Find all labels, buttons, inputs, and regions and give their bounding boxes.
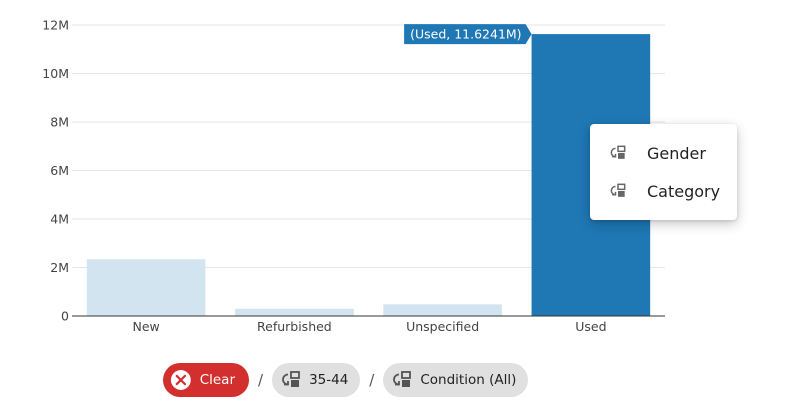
hover-tooltip-text: (Used, 11.6241M) bbox=[410, 27, 521, 42]
x-tick-label: Unspecified bbox=[406, 319, 479, 334]
close-circle-icon bbox=[170, 370, 191, 390]
breadcrumb-chip-label: Condition (All) bbox=[420, 372, 517, 388]
y-tick-label: 6M bbox=[50, 163, 69, 178]
bars bbox=[86, 34, 651, 317]
drilldown-icon bbox=[282, 371, 300, 387]
menu-item-label: Gender bbox=[647, 143, 706, 163]
y-tick-label: 8M bbox=[50, 115, 69, 130]
breadcrumb-chip-age[interactable]: 35-44 bbox=[272, 363, 361, 397]
y-tick-label: 10M bbox=[42, 66, 69, 81]
drilldown-chart-view: 0 2M 4M 6M 8M 10M 12M New Refurbished Unspecifie… bbox=[0, 0, 800, 420]
breadcrumb-separator: / bbox=[258, 371, 264, 389]
y-tick-label: 2M bbox=[50, 260, 69, 275]
x-axis-labels: New Refurbished Unspecified Used bbox=[132, 319, 606, 334]
menu-item-label: Category bbox=[647, 181, 721, 201]
menu-item-category[interactable]: Category bbox=[590, 172, 737, 210]
y-tick-label: 4M bbox=[50, 212, 69, 227]
x-tick-label: New bbox=[132, 319, 159, 334]
hover-tooltip: (Used, 11.6241M) bbox=[404, 24, 532, 45]
menu-item-gender[interactable]: Gender bbox=[590, 134, 737, 172]
breadcrumb-chip-label: 35-44 bbox=[309, 372, 349, 388]
drilldown-icon bbox=[610, 145, 626, 159]
breadcrumb-separator: / bbox=[369, 371, 375, 389]
breadcrumb: Clear / 35-44 / Condition (All) bbox=[163, 363, 529, 397]
y-tick-label: 12M bbox=[42, 18, 69, 33]
y-tick-label: 0 bbox=[61, 309, 69, 324]
y-axis-ticks: 0 2M 4M 6M 8M 10M 12M bbox=[42, 18, 69, 324]
drilldown-context-menu: Gender Category bbox=[590, 124, 737, 220]
bar-refurbished[interactable] bbox=[235, 308, 354, 316]
clear-button-label: Clear bbox=[199, 372, 235, 388]
clear-button[interactable]: Clear bbox=[163, 363, 249, 397]
x-tick-label: Refurbished bbox=[257, 319, 332, 334]
x-tick-label: Used bbox=[575, 319, 606, 334]
bar-new[interactable] bbox=[86, 259, 206, 316]
bar-unspecified[interactable] bbox=[383, 304, 502, 316]
breadcrumb-chip-condition[interactable]: Condition (All) bbox=[383, 363, 529, 397]
drilldown-icon bbox=[393, 371, 412, 387]
drilldown-icon bbox=[610, 183, 626, 197]
